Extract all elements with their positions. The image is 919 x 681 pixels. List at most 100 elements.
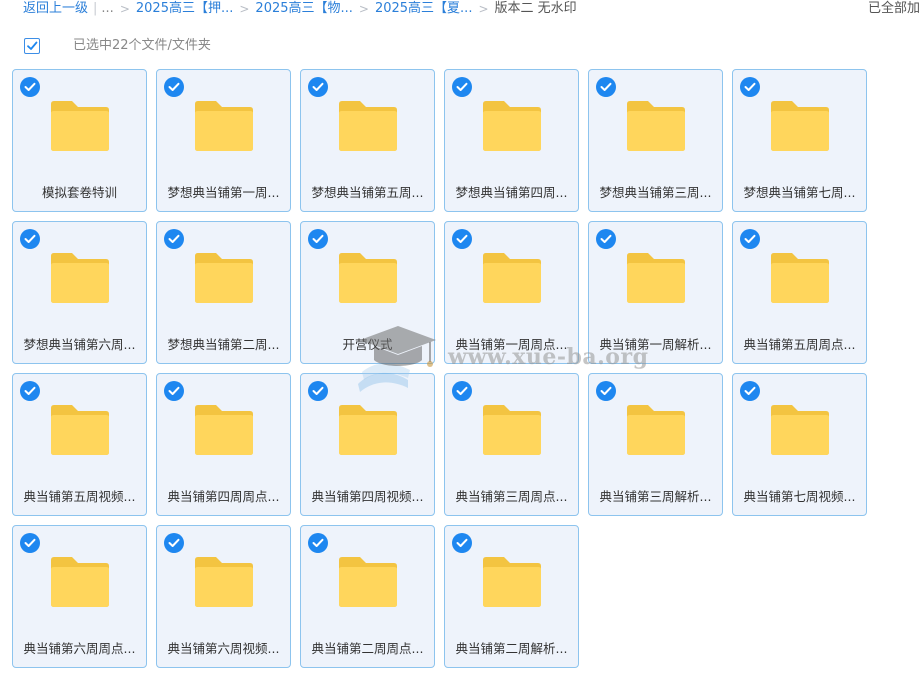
folder-icon [192, 556, 256, 610]
folder-tile[interactable]: 典当铺第二周周点... [300, 525, 435, 668]
folder-name: 典当铺第三周周点... [455, 489, 568, 504]
folder-icon [768, 100, 832, 154]
folder-icon [48, 404, 112, 458]
folder-tile[interactable]: 梦想典当铺第二周... [156, 221, 291, 364]
select-all-checkbox[interactable] [24, 38, 40, 54]
folder-icon [768, 404, 832, 458]
folder-icon [336, 556, 400, 610]
folder-icon [624, 404, 688, 458]
folder-tile[interactable]: 典当铺第四周周点... [156, 373, 291, 516]
selected-check-icon[interactable] [308, 229, 328, 249]
selected-check-icon[interactable] [164, 533, 184, 553]
folder-name: 典当铺第四周视频... [311, 489, 424, 504]
selected-check-icon[interactable] [596, 229, 616, 249]
selection-count: 已选中22个文件/文件夹 [73, 38, 211, 53]
folder-tile[interactable]: 模拟套卷特训 [12, 69, 147, 212]
folder-name: 典当铺第一周解析... [599, 337, 712, 352]
folder-icon [192, 252, 256, 306]
selected-check-icon[interactable] [164, 229, 184, 249]
folder-tile[interactable]: 梦想典当铺第六周... [12, 221, 147, 364]
checkmark-icon [27, 41, 38, 50]
folder-name: 典当铺第四周周点... [167, 489, 280, 504]
folder-icon [192, 404, 256, 458]
folder-name: 典当铺第五周视频... [23, 489, 136, 504]
selected-check-icon[interactable] [164, 77, 184, 97]
breadcrumb: 返回上一级 | ... > 2025高三【押... > 2025高三【物... … [23, 0, 577, 18]
selected-check-icon[interactable] [308, 77, 328, 97]
selected-check-icon[interactable] [740, 381, 760, 401]
selected-check-icon[interactable] [308, 381, 328, 401]
folder-icon [480, 556, 544, 610]
selected-check-icon[interactable] [452, 229, 472, 249]
breadcrumb-item-2[interactable]: 2025高三【物... [255, 0, 352, 18]
breadcrumb-ellipsis[interactable]: ... [101, 0, 113, 18]
selection-bar: 已选中22个文件/文件夹 [0, 34, 919, 58]
folder-name: 模拟套卷特训 [41, 185, 117, 200]
folder-icon [480, 100, 544, 154]
folder-name: 梦想典当铺第六周... [23, 337, 136, 352]
folder-name: 典当铺第五周周点... [743, 337, 856, 352]
folder-icon [192, 100, 256, 154]
folder-tile[interactable]: 梦想典当铺第三周... [588, 69, 723, 212]
breadcrumb-divider: | [93, 1, 98, 16]
folder-name: 典当铺第六周视频... [167, 641, 280, 656]
folder-icon [480, 252, 544, 306]
back-link[interactable]: 返回上一级 [23, 0, 88, 18]
selected-check-icon[interactable] [596, 381, 616, 401]
selected-check-icon[interactable] [308, 533, 328, 553]
folder-name: 梦想典当铺第一周... [167, 185, 280, 200]
folder-name: 典当铺第三周解析... [599, 489, 712, 504]
selected-check-icon[interactable] [20, 77, 40, 97]
folder-name: 梦想典当铺第五周... [311, 185, 424, 200]
folder-name: 典当铺第二周周点... [311, 641, 424, 656]
folder-name: 典当铺第七周视频... [743, 489, 856, 504]
folder-tile[interactable]: 梦想典当铺第七周... [732, 69, 867, 212]
folder-grid: 模拟套卷特训 梦想典当铺第一周... 梦想典当铺第五周... 梦想典当铺第四周... 梦… [12, 69, 872, 679]
folder-name: 典当铺第六周周点... [23, 641, 136, 656]
selected-check-icon[interactable] [740, 229, 760, 249]
selected-check-icon[interactable] [20, 381, 40, 401]
folder-name: 梦想典当铺第二周... [167, 337, 280, 352]
folder-tile[interactable]: 典当铺第一周解析... [588, 221, 723, 364]
selected-check-icon[interactable] [596, 77, 616, 97]
folder-name: 典当铺第一周周点... [455, 337, 568, 352]
selected-check-icon[interactable] [740, 77, 760, 97]
folder-tile[interactable]: 典当铺第一周周点... [444, 221, 579, 364]
chevron-right-icon: > [478, 2, 489, 16]
selected-check-icon[interactable] [164, 381, 184, 401]
folder-name: 典当铺第二周解析... [455, 641, 568, 656]
selected-check-icon[interactable] [20, 533, 40, 553]
folder-name: 开营仪式 [342, 337, 393, 352]
breadcrumb-item-3[interactable]: 2025高三【夏... [375, 0, 472, 18]
folder-tile[interactable]: 典当铺第二周解析... [444, 525, 579, 668]
folder-icon [48, 252, 112, 306]
folder-tile[interactable]: 梦想典当铺第五周... [300, 69, 435, 212]
folder-tile[interactable]: 典当铺第六周周点... [12, 525, 147, 668]
folder-tile[interactable]: 典当铺第七周视频... [732, 373, 867, 516]
selected-check-icon[interactable] [452, 381, 472, 401]
folder-tile[interactable]: 开营仪式 [300, 221, 435, 364]
folder-icon [624, 100, 688, 154]
folder-icon [624, 252, 688, 306]
breadcrumb-item-1[interactable]: 2025高三【押... [136, 0, 233, 18]
load-status: 已全部加载 [867, 1, 919, 16]
folder-tile[interactable]: 典当铺第五周周点... [732, 221, 867, 364]
selected-check-icon[interactable] [452, 77, 472, 97]
folder-icon [768, 252, 832, 306]
folder-tile[interactable]: 梦想典当铺第一周... [156, 69, 291, 212]
folder-icon [336, 252, 400, 306]
folder-icon [480, 404, 544, 458]
folder-icon [336, 100, 400, 154]
folder-tile[interactable]: 典当铺第五周视频... [12, 373, 147, 516]
folder-tile[interactable]: 典当铺第三周周点... [444, 373, 579, 516]
folder-tile[interactable]: 典当铺第三周解析... [588, 373, 723, 516]
folder-name: 梦想典当铺第三周... [599, 185, 712, 200]
folder-name: 梦想典当铺第四周... [455, 185, 568, 200]
selected-check-icon[interactable] [452, 533, 472, 553]
folder-tile[interactable]: 典当铺第六周视频... [156, 525, 291, 668]
folder-tile[interactable]: 典当铺第四周视频... [300, 373, 435, 516]
folder-name: 梦想典当铺第七周... [743, 185, 856, 200]
folder-tile[interactable]: 梦想典当铺第四周... [444, 69, 579, 212]
folder-icon [336, 404, 400, 458]
selected-check-icon[interactable] [20, 229, 40, 249]
